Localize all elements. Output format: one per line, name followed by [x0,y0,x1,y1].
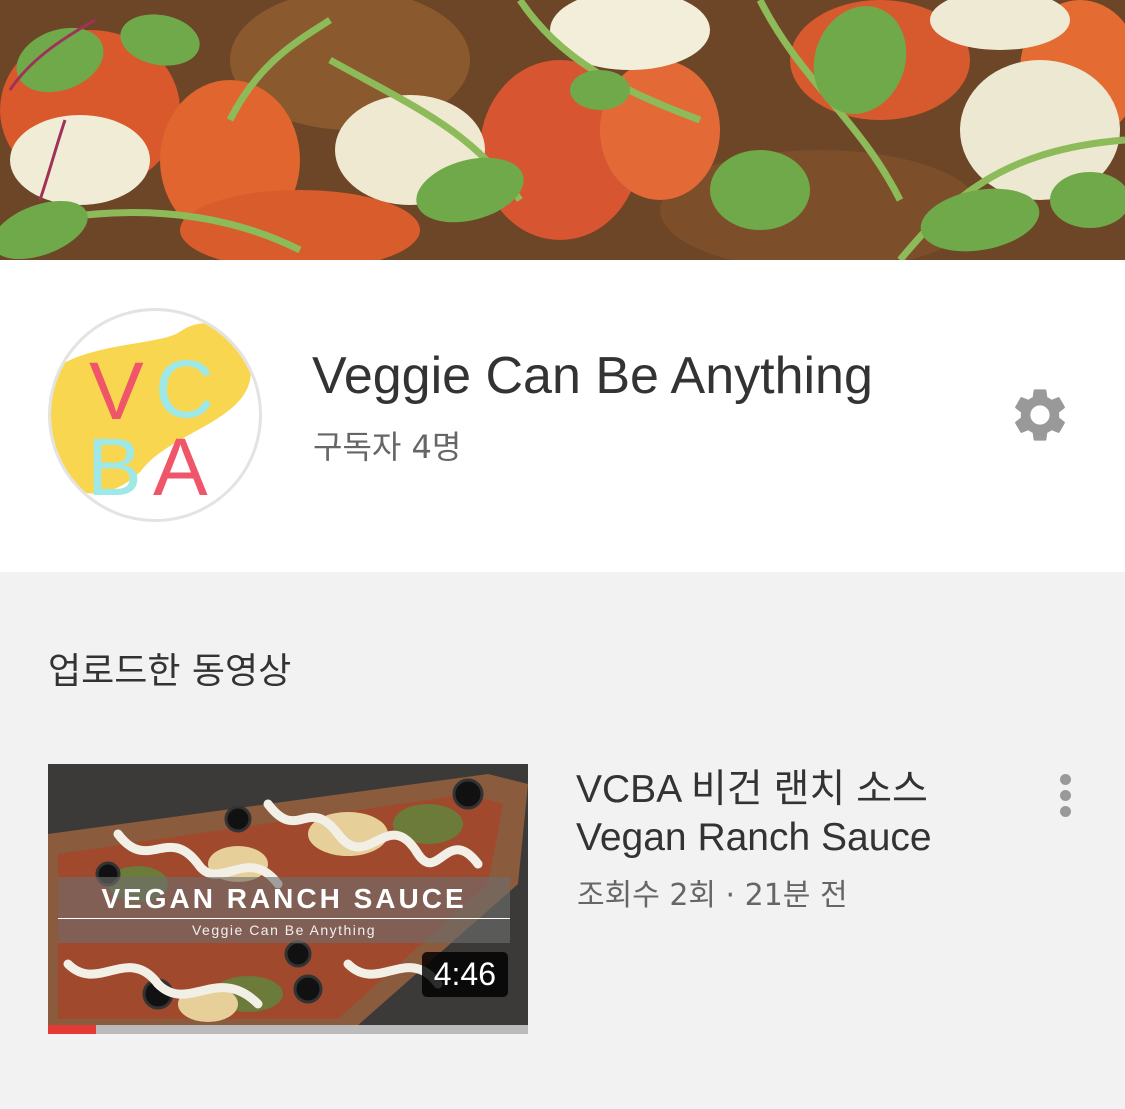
more-vert-icon[interactable] [1051,766,1081,826]
more-dot [1060,806,1071,817]
video-list-item[interactable]: VEGAN RANCH SAUCE Veggie Can Be Anything… [48,764,1088,1036]
video-title[interactable]: VCBA 비건 랜치 소스 Vegan Ranch Sauce [576,766,1016,862]
subscriber-count: 구독자 4명 [313,428,462,466]
video-thumbnail[interactable]: VEGAN RANCH SAUCE Veggie Can Be Anything… [48,764,528,1034]
watch-progress-track [48,1025,528,1034]
video-meta: 조회수 2회 · 21분 전 [577,878,848,913]
channel-name: Veggie Can Be Anything [312,347,873,405]
thumbnail-subtitle: Veggie Can Be Anything [191,922,376,938]
avatar-letter-b: B [87,422,142,513]
section-title: 업로드한 동영상 [48,651,292,692]
more-dot [1060,790,1071,801]
video-duration: 4:46 [421,952,508,997]
thumbnail-title: VEGAN RANCH SAUCE [58,883,510,919]
channel-banner [0,0,1125,260]
thumbnail-title-box: VEGAN RANCH SAUCE Veggie Can Be Anything [58,877,510,943]
watch-progress-fill [48,1025,96,1034]
gear-icon[interactable] [1008,383,1072,447]
avatar-letter-a: A [153,422,208,513]
more-dot [1060,774,1071,785]
channel-avatar[interactable]: V C B A [48,308,262,522]
channel-header: V C B A Veggie Can Be Anything 구독자 4명 [0,260,1125,572]
